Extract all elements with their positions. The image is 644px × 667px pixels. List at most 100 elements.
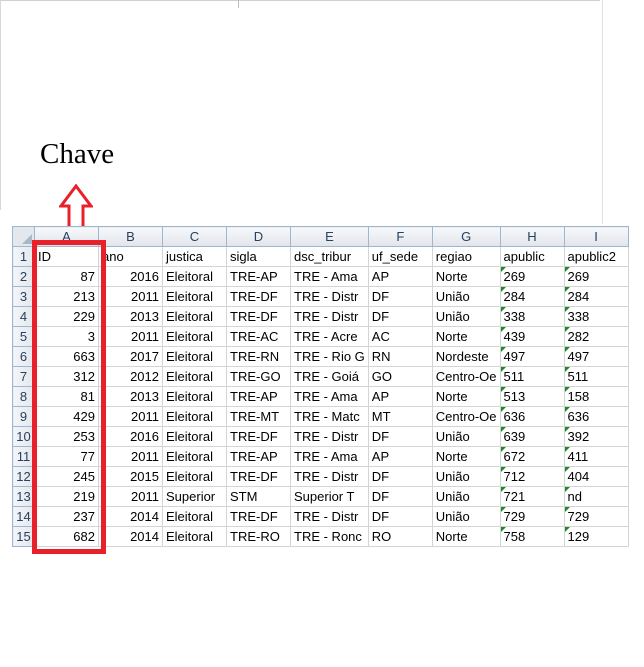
column-header-e[interactable]: E [290, 226, 369, 247]
cell[interactable]: 497 [499, 346, 565, 367]
cell[interactable]: 338 [563, 306, 629, 327]
cell[interactable]: 158 [563, 386, 629, 407]
cell[interactable]: DF [367, 306, 433, 327]
column-header-b[interactable]: B [98, 226, 163, 247]
cell[interactable]: nd [563, 486, 629, 507]
cell[interactable]: Eleitoral [162, 426, 227, 447]
cell[interactable]: 282 [563, 326, 629, 347]
cell[interactable]: TRE-AP [226, 266, 291, 287]
cell[interactable]: 2011 [98, 406, 163, 427]
cell[interactable]: 639 [499, 426, 565, 447]
cell[interactable]: Norte [431, 386, 501, 407]
cell[interactable]: DF [367, 286, 433, 307]
cell[interactable]: DF [367, 506, 433, 527]
cell[interactable]: 636 [563, 406, 629, 427]
cell[interactable]: RO [367, 526, 433, 547]
cell[interactable]: TRE - Rio G [290, 346, 369, 367]
cell[interactable]: TRE-AP [226, 446, 291, 467]
cell[interactable]: 392 [563, 426, 629, 447]
cell[interactable]: Centro-Oe [431, 406, 501, 427]
cell[interactable]: União [431, 306, 501, 327]
cell[interactable]: 2011 [98, 486, 163, 507]
cell[interactable]: Eleitoral [162, 366, 227, 387]
cell[interactable]: Eleitoral [162, 346, 227, 367]
cell[interactable]: DF [367, 466, 433, 487]
column-header-c[interactable]: C [162, 226, 227, 247]
column-header-h[interactable]: H [499, 226, 565, 247]
column-header-g[interactable]: G [431, 226, 501, 247]
cell[interactable]: GO [367, 366, 433, 387]
cell[interactable]: TRE - Ama [290, 266, 369, 287]
cell[interactable]: TRE - Distr [290, 506, 369, 527]
cell[interactable]: 2013 [98, 306, 163, 327]
cell[interactable]: Norte [431, 266, 501, 287]
cell[interactable]: 672 [499, 446, 565, 467]
cell[interactable]: 2016 [98, 426, 163, 447]
cell[interactable]: TRE - Distr [290, 466, 369, 487]
cell[interactable]: TRE - Distr [290, 426, 369, 447]
cell[interactable]: 404 [563, 466, 629, 487]
cell[interactable]: TRE-DF [226, 286, 291, 307]
cell[interactable]: TRE - Distr [290, 306, 369, 327]
cell[interactable]: Norte [431, 326, 501, 347]
column-header-i[interactable]: I [563, 226, 629, 247]
cell[interactable]: Eleitoral [162, 526, 227, 547]
cell[interactable]: regiao [431, 246, 501, 267]
cell[interactable]: Eleitoral [162, 446, 227, 467]
cell[interactable]: 729 [499, 506, 565, 527]
cell[interactable]: Nordeste [431, 346, 501, 367]
cell[interactable]: 511 [563, 366, 629, 387]
cell[interactable]: 2016 [98, 266, 163, 287]
cell[interactable]: ano [98, 246, 163, 267]
cell[interactable]: TRE-DF [226, 306, 291, 327]
cell[interactable]: TRE-MT [226, 406, 291, 427]
cell[interactable]: 2013 [98, 386, 163, 407]
cell[interactable]: União [431, 486, 501, 507]
cell[interactable]: 712 [499, 466, 565, 487]
cell[interactable]: 129 [563, 526, 629, 547]
cell[interactable]: 513 [499, 386, 565, 407]
cell[interactable]: dsc_tribur [290, 246, 369, 267]
cell[interactable]: apublic2 [563, 246, 629, 267]
cell[interactable]: Centro-Oe [431, 366, 501, 387]
cell[interactable]: União [431, 286, 501, 307]
cell[interactable]: TRE-DF [226, 466, 291, 487]
cell[interactable]: 269 [563, 266, 629, 287]
cell[interactable]: União [431, 466, 501, 487]
cell[interactable]: 636 [499, 406, 565, 427]
cell[interactable]: TRE - Goiá [290, 366, 369, 387]
cell[interactable]: TRE-RN [226, 346, 291, 367]
cell[interactable]: 2014 [98, 526, 163, 547]
cell[interactable]: Eleitoral [162, 466, 227, 487]
cell[interactable]: AP [367, 446, 433, 467]
cell[interactable]: Eleitoral [162, 286, 227, 307]
cell[interactable]: 2017 [98, 346, 163, 367]
cell[interactable]: STM [226, 486, 291, 507]
cell[interactable]: TRE-GO [226, 366, 291, 387]
cell[interactable]: TRE - Acre [290, 326, 369, 347]
cell[interactable]: 269 [499, 266, 565, 287]
cell[interactable]: 729 [563, 506, 629, 527]
cell[interactable]: 2011 [98, 326, 163, 347]
column-header-f[interactable]: F [367, 226, 433, 247]
cell[interactable]: 2014 [98, 506, 163, 527]
cell[interactable]: Norte [431, 446, 501, 467]
cell[interactable]: TRE-DF [226, 426, 291, 447]
cell[interactable]: Eleitoral [162, 266, 227, 287]
cell[interactable]: Norte [431, 526, 501, 547]
cell[interactable]: 2011 [98, 286, 163, 307]
cell[interactable]: 411 [563, 446, 629, 467]
cell[interactable]: AP [367, 386, 433, 407]
cell[interactable]: justica [162, 246, 227, 267]
cell[interactable]: Eleitoral [162, 506, 227, 527]
cell[interactable]: 511 [499, 366, 565, 387]
cell[interactable]: Eleitoral [162, 326, 227, 347]
cell[interactable]: TRE - Ama [290, 446, 369, 467]
cell[interactable]: sigla [226, 246, 291, 267]
cell[interactable]: 338 [499, 306, 565, 327]
cell[interactable]: 284 [499, 286, 565, 307]
cell[interactable]: MT [367, 406, 433, 427]
cell[interactable]: TRE - Matc [290, 406, 369, 427]
cell[interactable]: Eleitoral [162, 406, 227, 427]
cell[interactable]: RN [367, 346, 433, 367]
